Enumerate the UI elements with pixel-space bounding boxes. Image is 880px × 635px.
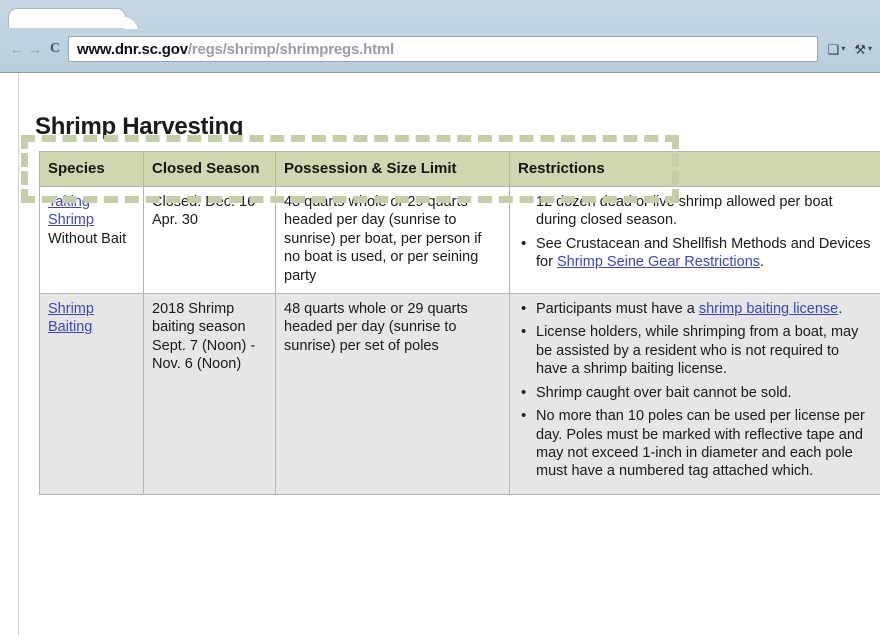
page-content-frame: Shrimp Harvesting Species Closed Season …	[18, 73, 880, 635]
browser-chrome: ← → C www.dnr.sc.gov/regs/shrimp/shrimpr…	[0, 0, 880, 72]
list-item: 12 dozen dead or live shrimp allowed per…	[521, 192, 873, 230]
column-header-possession-size-limit: Possession & Size Limit	[275, 150, 510, 188]
page-title: Shrimp Harvesting	[35, 113, 244, 141]
browser-toolbar: ← → C www.dnr.sc.gov/regs/shrimp/shrimpr…	[0, 26, 880, 72]
tab-strip	[0, 0, 880, 28]
url-path-text: /regs/shrimp/shrimpregs.html	[187, 40, 394, 58]
shrimp-regulations-table: Species Closed Season Possession & Size …	[39, 150, 880, 495]
url-input[interactable]: www.dnr.sc.gov/regs/shrimp/shrimpregs.ht…	[68, 36, 818, 62]
reload-icon[interactable]: C	[44, 37, 66, 61]
toolbar-icon-group: ❑ ▾ ⚒ ▾	[818, 43, 872, 56]
link-taking-shrimp[interactable]: Taking Shrimp	[48, 194, 94, 228]
cell-restrictions: Participants must have a shrimp baiting …	[509, 293, 880, 495]
chevron-down-icon: ▾	[841, 44, 846, 53]
cell-closed-season: Closed: Dec. 16 - Apr. 30	[143, 186, 276, 295]
table-header: Species Closed Season Possession & Size …	[39, 150, 880, 188]
link-shrimp-seine-gear-restrictions[interactable]: Shrimp Seine Gear Restrictions	[557, 254, 760, 270]
list-item: No more than 10 poles can be used per li…	[521, 406, 873, 481]
page-menu-icon[interactable]: ❑ ▾	[828, 43, 846, 56]
species-suffix-text: Without Bait	[48, 230, 127, 247]
cell-species: Taking Shrimp Without Bait	[39, 186, 144, 295]
column-header-species: Species	[39, 150, 144, 188]
list-item: Shrimp caught over bait cannot be sold.	[521, 383, 873, 402]
column-header-restrictions: Restrictions	[509, 150, 880, 188]
list-item: License holders, while shrimping from a …	[521, 322, 873, 378]
table-body: Taking Shrimp Without Bait Closed: Dec. …	[39, 186, 880, 495]
restriction-text-after: .	[838, 301, 843, 318]
browser-tab[interactable]	[8, 8, 126, 28]
forward-arrow-icon[interactable]: →	[26, 37, 44, 61]
table-row: Shrimp Baiting 2018 Shrimp baiting seaso…	[39, 293, 880, 495]
table-header-row: Species Closed Season Possession & Size …	[39, 150, 880, 188]
cell-restrictions: 12 dozen dead or live shrimp allowed per…	[509, 186, 880, 295]
restriction-text: No more than 10 poles can be used per li…	[536, 408, 865, 480]
list-item: See Crustacean and Shellfish Methods and…	[521, 234, 873, 272]
cell-closed-season: 2018 Shrimp baiting season Sept. 7 (Noon…	[143, 293, 276, 495]
link-shrimp-baiting-license[interactable]: shrimp baiting license	[699, 301, 838, 317]
cell-possession-limit: 48 quarts whole or 29 quarts headed per …	[275, 293, 510, 495]
column-header-closed-season: Closed Season	[143, 150, 276, 188]
cell-possession-limit: 48 quarts whole or 29 quarts headed per …	[275, 186, 510, 295]
chevron-down-icon: ▾	[867, 44, 872, 53]
wrench-menu-glyph: ⚒	[854, 41, 866, 57]
table-row: Taking Shrimp Without Bait Closed: Dec. …	[39, 186, 880, 295]
restriction-text: Participants must have a	[536, 301, 699, 318]
page-menu-glyph: ❑	[827, 41, 840, 57]
url-host-text: www.dnr.sc.gov	[77, 40, 188, 58]
back-arrow-icon[interactable]: ←	[8, 37, 26, 61]
restrictions-list: 12 dozen dead or live shrimp allowed per…	[518, 192, 873, 272]
list-item: Participants must have a shrimp baiting …	[521, 299, 873, 318]
page-viewport: Shrimp Harvesting Species Closed Season …	[0, 72, 880, 635]
wrench-menu-icon[interactable]: ⚒ ▾	[854, 43, 872, 56]
cell-species: Shrimp Baiting	[39, 293, 144, 495]
restriction-text: Shrimp caught over bait cannot be sold.	[536, 384, 792, 401]
restriction-text: License holders, while shrimping from a …	[536, 324, 859, 378]
restrictions-list: Participants must have a shrimp baiting …	[518, 299, 873, 481]
restriction-text-after: .	[760, 254, 765, 271]
link-shrimp-baiting[interactable]: Shrimp Baiting	[48, 301, 94, 335]
restriction-text: 12 dozen dead or live shrimp allowed per…	[536, 194, 833, 229]
